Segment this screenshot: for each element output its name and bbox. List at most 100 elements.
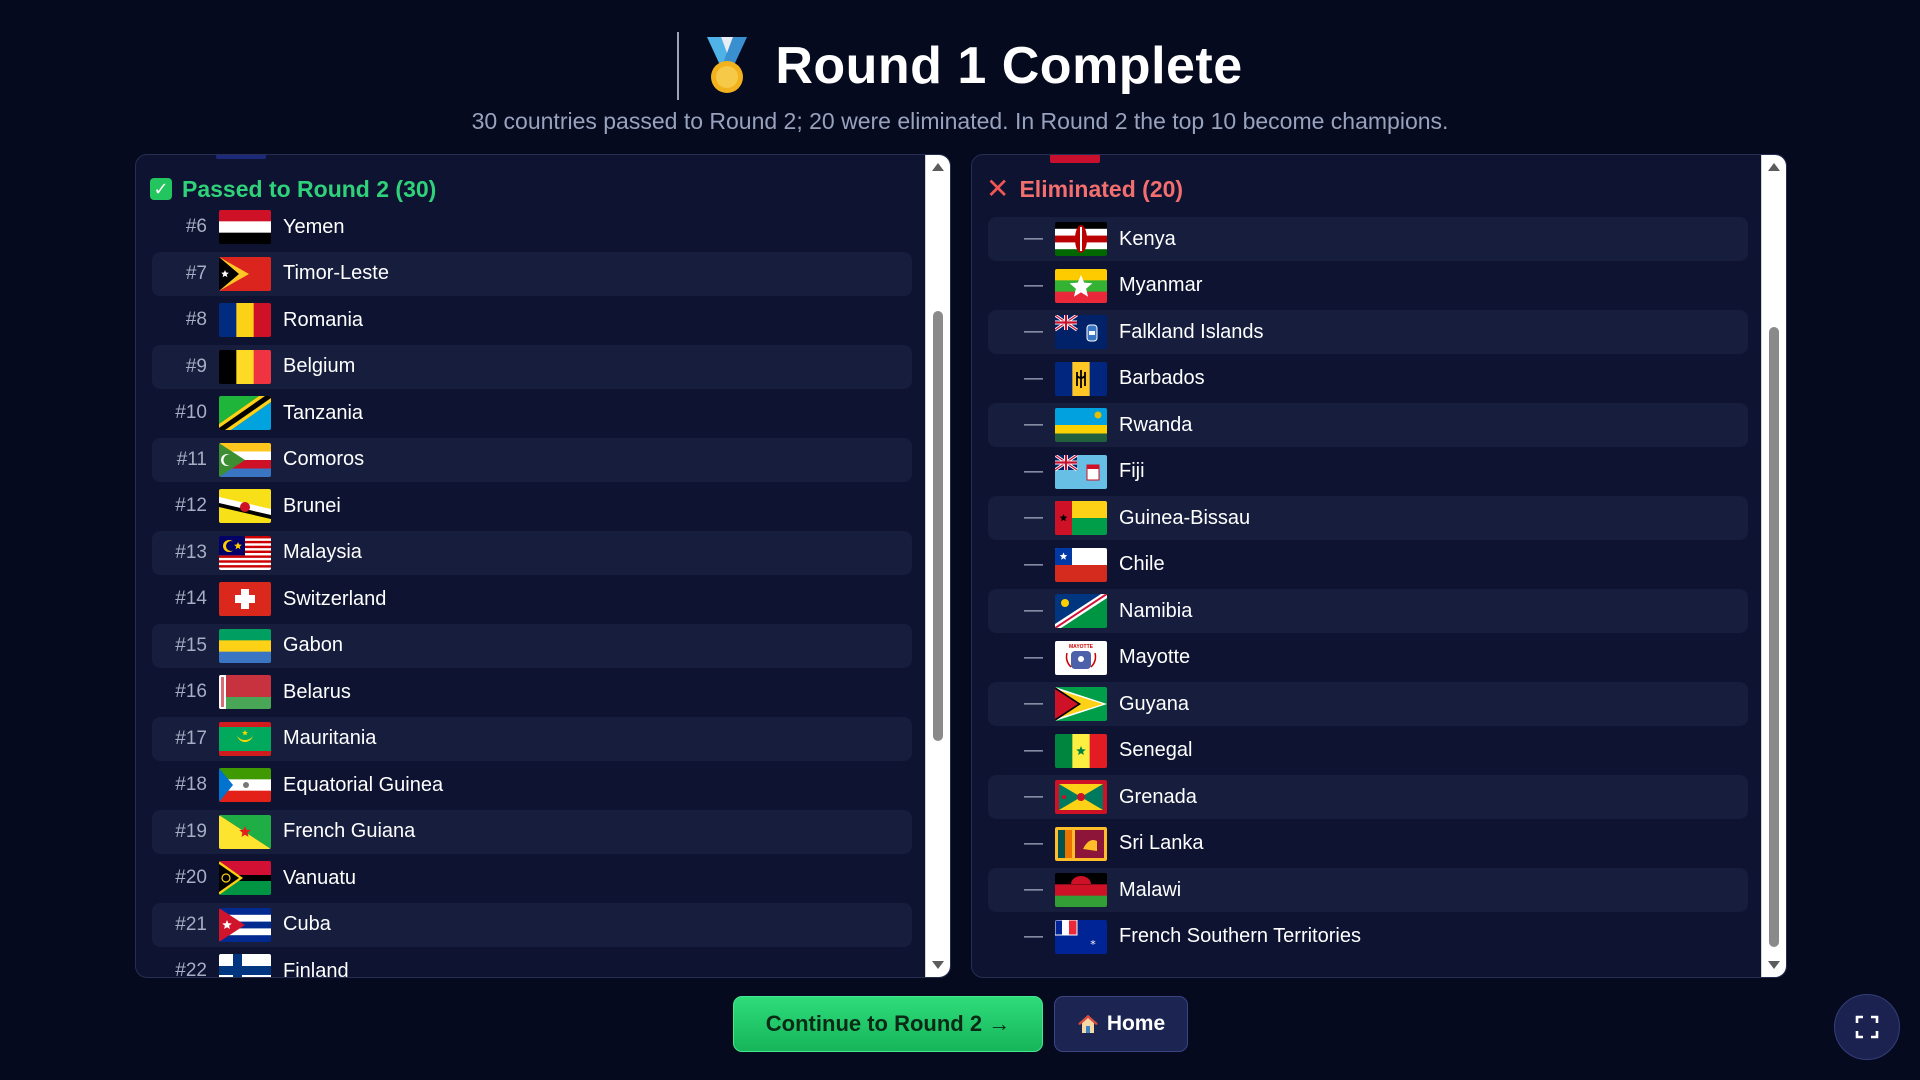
passed-panel: ✓ Passed to Round 2 (30) #6 Yemen #7 Timo… [135, 154, 951, 978]
chile-flag-icon [1055, 547, 1107, 582]
list-item: #17 Mauritania [152, 716, 912, 761]
list-item: — Sri Lanka [988, 822, 1748, 866]
clipped-flag [216, 155, 266, 159]
eliminated-scrollbar[interactable] [1761, 155, 1786, 977]
list-item: #12 Brunei [152, 484, 912, 528]
list-item: — Rwanda [988, 403, 1748, 447]
page-subtitle: 30 countries passed to Round 2; 20 were … [471, 108, 1449, 134]
country-name: Belgium [283, 355, 356, 377]
country-name: Myanmar [1119, 274, 1203, 296]
country-name: Vanuatu [283, 866, 357, 889]
country-name: Grenada [1119, 785, 1197, 808]
country-name: Malawi [1119, 878, 1182, 901]
eliminated-dash: — [1024, 832, 1043, 854]
finland-flag-icon [219, 954, 271, 977]
country-name: Romania [283, 308, 364, 331]
list-item: — Guyana [988, 682, 1748, 726]
eliminated-dash: — [1024, 321, 1043, 342]
scrollbar-thumb[interactable] [1769, 327, 1779, 947]
country-name: Namibia [1119, 599, 1193, 622]
guinea-bissau-flag-icon [1055, 501, 1107, 535]
country-name: Guyana [1119, 692, 1190, 715]
medal-icon [707, 37, 748, 93]
list-item: — Malawi [988, 868, 1748, 912]
scroll-down-arrow-icon[interactable] [1768, 961, 1780, 969]
senegal-flag-icon [1055, 733, 1107, 768]
eliminated-list[interactable]: ✕ Eliminated (20) — Kenya — Myanmar — Falk… [972, 155, 1762, 977]
cuba-flag-icon [219, 907, 271, 942]
rank-label: #10 [175, 402, 207, 423]
rank-label: #19 [175, 820, 207, 842]
continue-button[interactable]: Continue to Round 2 → [733, 996, 1043, 1052]
equatorial-guinea-flag-icon [219, 768, 271, 802]
tanzania-flag-icon [219, 396, 271, 430]
svg-text:MAYOTTE: MAYOTTE [1069, 644, 1094, 650]
list-item: — MAYOTTE Mayotte [988, 636, 1748, 680]
eliminated-dash: — [1024, 925, 1043, 947]
eliminated-title: Eliminated (20) [1019, 175, 1184, 202]
barbados-flag-icon [1055, 361, 1107, 396]
comoros-flag-icon [219, 442, 271, 477]
passed-list[interactable]: ✓ Passed to Round 2 (30) #6 Yemen #7 Timo… [136, 155, 926, 977]
passed-title: Passed to Round 2 (30) [182, 175, 437, 202]
list-item: #8 Romania [152, 298, 912, 342]
french-southern-territories-flag-icon: * [1055, 919, 1107, 954]
kenya-flag-icon [1055, 222, 1107, 256]
country-name: Kenya [1119, 227, 1176, 250]
x-icon: ✕ [986, 173, 1010, 204]
rank-label: #12 [175, 495, 207, 516]
yemen-flag-icon [219, 210, 271, 244]
country-name: Barbados [1119, 367, 1205, 389]
vanuatu-flag-icon [219, 861, 271, 895]
list-item: — * French Southern Territories [988, 915, 1748, 959]
fullscreen-button[interactable] [1834, 994, 1900, 1060]
list-item: — Chile [988, 543, 1748, 587]
mayotte-flag-icon: MAYOTTE [1055, 640, 1107, 675]
house-icon [1077, 1015, 1098, 1033]
eliminated-panel: ✕ Eliminated (20) — Kenya — Myanmar — Falk… [971, 154, 1787, 978]
rank-label: #13 [175, 541, 207, 563]
country-name: Fiji [1119, 460, 1145, 482]
eliminated-dash: — [1024, 646, 1043, 668]
eliminated-dash: — [1024, 507, 1043, 528]
passed-scrollbar[interactable] [925, 155, 950, 977]
title-divider [677, 32, 680, 100]
country-name: Equatorial Guinea [283, 773, 444, 796]
scroll-down-arrow-icon[interactable] [932, 961, 944, 969]
belarus-flag-icon [219, 675, 271, 709]
list-item: #6 Yemen [152, 205, 912, 249]
scroll-up-arrow-icon[interactable] [932, 163, 944, 171]
scroll-up-arrow-icon[interactable] [1768, 163, 1780, 171]
list-item: — Myanmar [988, 264, 1748, 308]
belgium-flag-icon [219, 349, 271, 384]
rank-label: #9 [185, 355, 207, 377]
passed-rows: #6 Yemen #7 Timor-Leste #8 Romania #9 Belgi… [152, 205, 912, 977]
clipped-flag [1050, 155, 1100, 163]
malawi-flag-icon [1055, 873, 1107, 907]
romania-flag-icon [219, 303, 271, 337]
list-item: — Fiji [988, 450, 1748, 494]
country-name: French Guiana [283, 820, 416, 842]
continue-label: Continue to Round 2 → [765, 1011, 1011, 1036]
rank-label: #6 [185, 216, 207, 237]
list-item: #14 Switzerland [152, 577, 912, 621]
malaysia-flag-icon [219, 535, 271, 570]
rank-label: #15 [175, 634, 207, 656]
country-name: Chile [1119, 553, 1165, 575]
country-name: Finland [283, 959, 349, 978]
french-guiana-flag-icon [219, 814, 271, 849]
scrollbar-thumb[interactable] [933, 311, 943, 741]
country-name: Mauritania [283, 727, 377, 749]
list-item: #20 Vanuatu [152, 856, 912, 900]
country-name: French Southern Territories [1119, 925, 1361, 947]
eliminated-rows: — Kenya — Myanmar — Falkland Islands — Barb… [988, 217, 1748, 961]
list-item: — Kenya [988, 217, 1748, 261]
home-button[interactable]: Home [1054, 996, 1188, 1052]
country-name: Brunei [283, 494, 341, 517]
eliminated-dash: — [1024, 414, 1043, 435]
rank-label: #11 [176, 448, 207, 470]
page-title: Round 1 Complete [775, 37, 1243, 95]
country-name: Tanzania [283, 401, 364, 424]
eliminated-dash: — [1024, 879, 1043, 900]
list-item: #9 Belgium [152, 344, 912, 389]
